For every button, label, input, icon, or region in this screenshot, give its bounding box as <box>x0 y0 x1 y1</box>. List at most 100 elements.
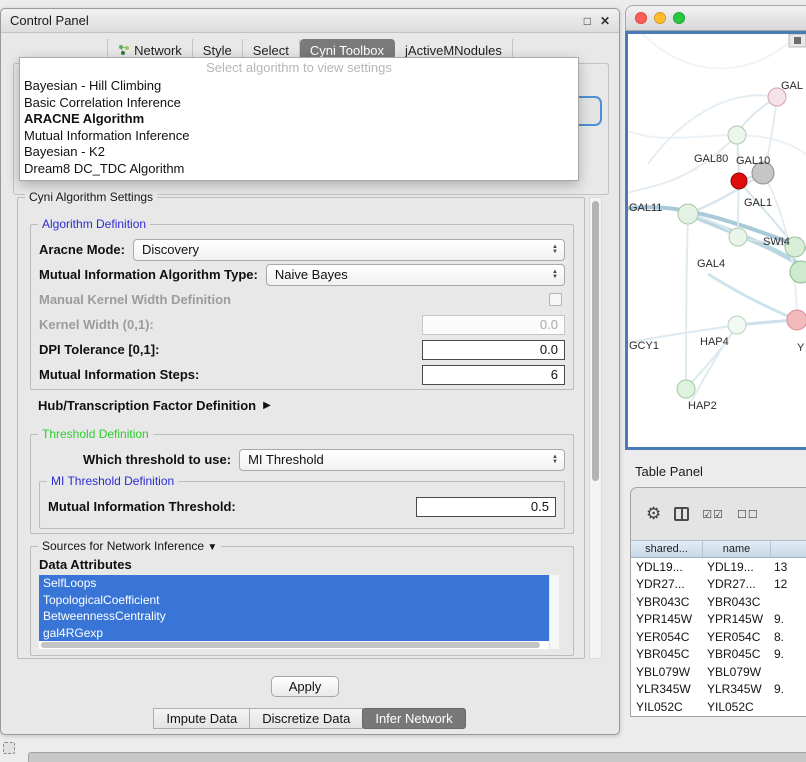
table-row[interactable]: YPR145WYPR145W9. <box>631 611 806 629</box>
table-row[interactable]: YBR045CYBR045C9. <box>631 646 806 664</box>
network-node[interactable] <box>729 228 747 246</box>
column-header-extra[interactable] <box>771 541 806 557</box>
dpi-tolerance-label: DPI Tolerance [0,1]: <box>39 342 159 357</box>
network-node[interactable] <box>678 204 698 224</box>
aracne-mode-label: Aracne Mode: <box>39 242 125 257</box>
control-panel-window: Control Panel □ ✕ Network Style <box>0 8 620 735</box>
svg-text:Y: Y <box>797 342 805 354</box>
minimize-button[interactable] <box>654 12 666 24</box>
dropdown-item[interactable]: Bayesian - Hill Climbing <box>20 78 578 95</box>
kernel-width-field[interactable]: 0.0 <box>422 315 565 335</box>
dropdown-item[interactable]: Bayesian - K2 <box>20 144 578 161</box>
hub-section-label: Hub/Transcription Factor Definition <box>38 398 256 413</box>
which-threshold-select[interactable]: MI Threshold ▲▼ <box>239 449 565 471</box>
attribute-item-selected[interactable]: TopologicalCoefficient <box>39 592 549 609</box>
network-node[interactable] <box>787 310 806 330</box>
network-window-titlebar[interactable] <box>625 5 806 31</box>
column-header-name[interactable]: name <box>703 541 771 557</box>
tab-label: Cyni Toolbox <box>310 43 384 58</box>
mi-type-label: Mutual Information Algorithm Type: <box>39 267 258 282</box>
table-row[interactable]: YBL079WYBL079W <box>631 663 806 681</box>
network-node[interactable] <box>728 316 746 334</box>
svg-text:GCY1: GCY1 <box>629 340 659 352</box>
selected-value: Naive Bayes <box>275 267 348 282</box>
mi-threshold-definition-group: MI Threshold Definition Mutual Informati… <box>39 481 565 529</box>
data-attributes-list[interactable]: SelfLoops TopologicalCoefficient Between… <box>39 575 559 649</box>
select-all-icon[interactable]: ☑☑ <box>702 508 724 521</box>
svg-text:GAL1: GAL1 <box>744 197 772 209</box>
tab-infer-network[interactable]: Infer Network <box>362 708 465 729</box>
window-title: Control Panel <box>10 13 89 28</box>
network-node[interactable] <box>728 126 746 144</box>
svg-text:GAL4: GAL4 <box>697 258 725 270</box>
attribute-item-selected[interactable]: BetweennessCentrality <box>39 608 549 625</box>
attribute-item-selected[interactable]: SelfLoops <box>39 575 549 592</box>
desktop: Control Panel □ ✕ Network Style <box>0 0 806 762</box>
settings-scrollbar[interactable] <box>589 197 602 659</box>
svg-text:HAP2: HAP2 <box>688 400 717 412</box>
network-node-labels: GAL GAL80 GAL10 GAL11 GAL1 SWI4 GAL4 GCY… <box>629 80 805 412</box>
svg-text:GAL80: GAL80 <box>694 153 728 165</box>
combo-arrows-icon: ▲▼ <box>546 245 558 254</box>
svg-text:HAP4: HAP4 <box>700 336 729 348</box>
float-window-icon[interactable]: □ <box>584 14 591 28</box>
dpi-tolerance-field[interactable]: 0.0 <box>422 340 565 360</box>
svg-text:GAL: GAL <box>781 80 803 92</box>
manual-kernel-width-checkbox[interactable] <box>549 293 562 306</box>
network-icon <box>118 44 130 56</box>
table-row[interactable]: YDL19...YDL19...13 <box>631 558 806 576</box>
apply-button[interactable]: Apply <box>271 676 339 697</box>
dropdown-item[interactable]: Basic Correlation Inference <box>20 95 578 112</box>
table-panel-title: Table Panel <box>635 464 703 479</box>
sources-group-title[interactable]: Sources for Network Inference ▼ <box>38 539 221 553</box>
tab-discretize-data[interactable]: Discretize Data <box>249 708 363 729</box>
sources-group: Sources for Network Inference ▼ Data Att… <box>30 546 574 656</box>
manual-kernel-width-label: Manual Kernel Width Definition <box>39 292 231 307</box>
zoom-button[interactable] <box>673 12 685 24</box>
aracne-mode-select[interactable]: Discovery ▲▼ <box>133 239 565 261</box>
dropdown-item-selected[interactable]: ARACNE Algorithm <box>20 111 578 128</box>
tab-label: Style <box>203 43 232 58</box>
selected-value: Discovery <box>142 242 199 257</box>
dropdown-item[interactable]: Dream8 DC_TDC Algorithm <box>20 161 578 178</box>
network-canvas[interactable]: GAL GAL80 GAL10 GAL11 GAL1 SWI4 GAL4 GCY… <box>628 34 806 447</box>
mi-type-select[interactable]: Naive Bayes ▲▼ <box>266 264 565 286</box>
close-button[interactable] <box>635 12 647 24</box>
selected-value: MI Threshold <box>248 452 324 467</box>
columns-icon[interactable] <box>674 507 689 521</box>
which-threshold-label: Which threshold to use: <box>83 452 231 467</box>
canvas-corner-widget[interactable] <box>789 34 806 47</box>
deselect-all-icon[interactable]: ☐☐ <box>737 508 759 521</box>
table-row[interactable]: YER054CYER054C8. <box>631 628 806 646</box>
combo-arrows-icon: ▲▼ <box>546 455 558 464</box>
close-window-icon[interactable]: ✕ <box>600 14 610 28</box>
hub-section-toggle[interactable]: Hub/Transcription Factor Definition ▶ <box>38 398 271 413</box>
network-graph: GAL GAL80 GAL10 GAL11 GAL1 SWI4 GAL4 GCY… <box>628 34 806 447</box>
algorithm-dropdown-list: Select algorithm to view settings Bayesi… <box>19 57 579 181</box>
cyni-algorithm-settings-group: Cyni Algorithm Settings Algorithm Defini… <box>17 197 585 659</box>
hidden-panel-icon[interactable] <box>3 742 15 754</box>
attribute-item-selected[interactable]: gal4RGexp <box>39 625 549 642</box>
chevron-down-icon: ▼ <box>207 542 217 553</box>
dropdown-item[interactable]: Mutual Information Inference <box>20 128 578 145</box>
mi-steps-field[interactable]: 6 <box>422 365 565 385</box>
combo-arrows-icon: ▲▼ <box>546 270 558 279</box>
network-node[interactable] <box>731 173 747 189</box>
control-panel-titlebar[interactable]: Control Panel □ ✕ <box>1 9 619 33</box>
table-row[interactable]: YDR27...YDR27...12 <box>631 576 806 594</box>
network-node[interactable] <box>677 380 695 398</box>
gear-icon[interactable]: ⚙ <box>646 504 661 524</box>
table-row[interactable]: YLR345WYLR345W9. <box>631 681 806 699</box>
table-row[interactable]: YIL052CYIL052C <box>631 698 806 716</box>
mi-threshold-field[interactable]: 0.5 <box>416 497 556 517</box>
mi-threshold-label: Mutual Information Threshold: <box>48 499 236 514</box>
threshold-definition-group: Threshold Definition Which threshold to … <box>30 434 574 534</box>
group-title: Cyni Algorithm Settings <box>25 190 157 204</box>
scrollbar-thumb[interactable] <box>592 201 599 481</box>
column-header-shared-name[interactable]: shared... <box>631 541 703 557</box>
list-scrollbar[interactable] <box>549 575 559 649</box>
tab-impute-data[interactable]: Impute Data <box>153 708 250 729</box>
table-row[interactable]: YBR043CYBR043C <box>631 593 806 611</box>
horizontal-scrollbar[interactable] <box>41 642 540 648</box>
group-title: MI Threshold Definition <box>47 474 178 488</box>
